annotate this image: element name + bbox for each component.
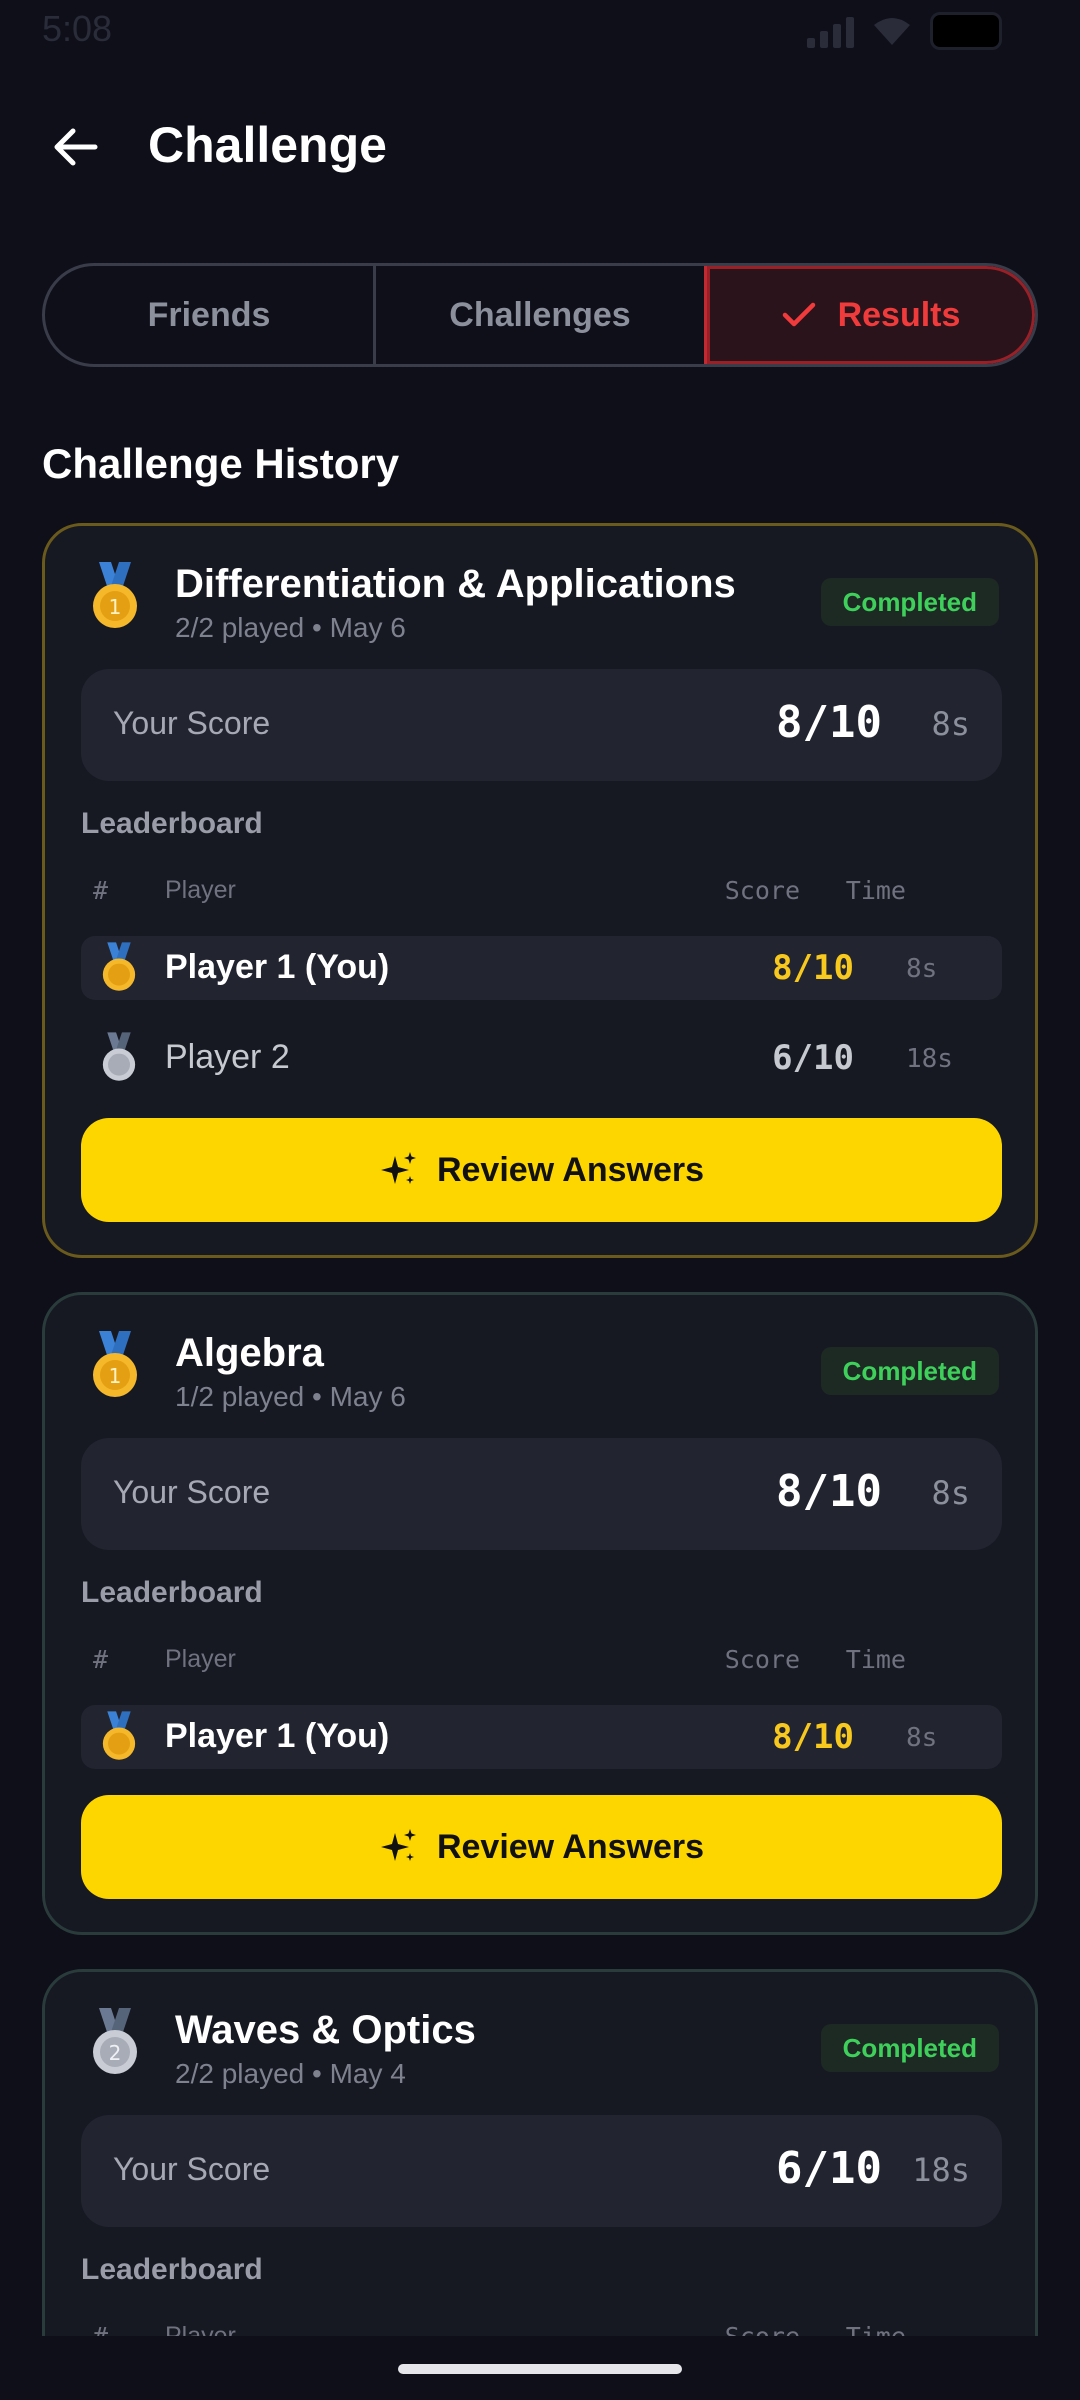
player-score: 6/10 bbox=[772, 1038, 854, 1078]
button-label: Review Answers bbox=[436, 1150, 705, 1189]
score-label: Your Score bbox=[113, 1474, 271, 1510]
leaderboard-title: Leaderboard bbox=[81, 2253, 263, 2286]
sparkles-icon bbox=[380, 1152, 416, 1184]
back-button[interactable] bbox=[40, 112, 110, 182]
status-badge: Completed bbox=[820, 1347, 999, 1395]
header-rank: # bbox=[93, 1645, 109, 1674]
player-name: Player 1 (You) bbox=[165, 948, 390, 986]
player-score: 8/10 bbox=[772, 948, 854, 988]
leaderboard-row: Player 1 (You) 8/10 8s bbox=[81, 936, 1002, 1000]
challenge-card: 1 Differentiation & Applications 2/2 pla… bbox=[42, 523, 1038, 1258]
review-answers-button[interactable]: Review Answers bbox=[81, 1795, 1002, 1899]
sparkles-icon bbox=[380, 1829, 416, 1861]
section-title: Challenge History bbox=[42, 440, 400, 487]
header-player: Player bbox=[165, 1645, 236, 1673]
button-label: Review Answers bbox=[436, 1827, 705, 1866]
player-name: Player 1 (You) bbox=[165, 1717, 390, 1755]
leaderboard-header: # Player Score Time bbox=[81, 872, 1002, 912]
app-header: Challenge bbox=[0, 100, 1080, 196]
leaderboard-header: # Player Score Time bbox=[81, 1641, 1002, 1681]
gold-medal-icon bbox=[102, 1711, 136, 1760]
status-icons bbox=[807, 12, 1002, 50]
card-subtitle: 2/2 played • May 6 bbox=[175, 612, 406, 643]
tab-results[interactable]: Results bbox=[704, 266, 1035, 364]
leaderboard-row: Player 2 6/10 18s bbox=[81, 1026, 1002, 1090]
signal-icon bbox=[807, 14, 854, 48]
svg-text:2: 2 bbox=[109, 2041, 122, 2065]
header-time: Time bbox=[845, 1645, 906, 1674]
challenge-card: 1 Algebra 1/2 played • May 6 Completed Y… bbox=[42, 1292, 1038, 1935]
status-time: 5:08 bbox=[42, 8, 113, 49]
score-time: 8s bbox=[931, 1474, 970, 1512]
player-time: 18s bbox=[906, 1044, 953, 1074]
page-title: Challenge bbox=[148, 117, 387, 173]
tab-challenges[interactable]: Challenges bbox=[373, 266, 704, 364]
review-answers-button[interactable]: Review Answers bbox=[81, 1118, 1002, 1222]
tab-label: Friends bbox=[147, 295, 271, 334]
status-badge: Completed bbox=[820, 2024, 999, 2072]
gold-medal-icon: 1 bbox=[93, 562, 137, 628]
your-score-box: Your Score 8/10 8s bbox=[81, 669, 1002, 781]
gold-medal-icon bbox=[102, 942, 136, 991]
header-player: Player bbox=[165, 876, 236, 904]
leaderboard-title: Leaderboard bbox=[81, 1576, 263, 1609]
player-score: 8/10 bbox=[772, 1717, 854, 1757]
your-score-box: Your Score 8/10 8s bbox=[81, 1438, 1002, 1550]
card-subtitle: 2/2 played • May 4 bbox=[175, 2058, 406, 2089]
home-indicator[interactable] bbox=[398, 2364, 682, 2374]
score-time: 18s bbox=[912, 2151, 970, 2189]
card-title: Waves & Optics bbox=[175, 2008, 476, 2052]
score-label: Your Score bbox=[113, 2151, 271, 2187]
header-score: Score bbox=[724, 1645, 800, 1674]
score-label: Your Score bbox=[113, 705, 271, 741]
tab-label: Challenges bbox=[449, 295, 631, 334]
your-score-box: Your Score 6/10 18s bbox=[81, 2115, 1002, 2227]
check-icon bbox=[782, 302, 815, 327]
score-value: 6/10 bbox=[776, 2143, 882, 2194]
arrow-left-icon bbox=[54, 128, 98, 166]
tab-friends[interactable]: Friends bbox=[45, 266, 373, 364]
silver-medal-icon: 2 bbox=[93, 2008, 137, 2074]
player-name: Player 2 bbox=[165, 1038, 290, 1076]
score-value: 8/10 bbox=[776, 697, 882, 748]
status-badge: Completed bbox=[820, 578, 999, 626]
tab-label: Results bbox=[837, 295, 961, 334]
score-time: 8s bbox=[931, 705, 970, 743]
svg-text:1: 1 bbox=[109, 595, 122, 619]
svg-text:1: 1 bbox=[109, 1364, 122, 1388]
header-score: Score bbox=[724, 876, 800, 905]
card-subtitle: 1/2 played • May 6 bbox=[175, 1381, 406, 1412]
card-title: Algebra bbox=[175, 1331, 324, 1375]
score-value: 8/10 bbox=[776, 1466, 882, 1517]
header-time: Time bbox=[845, 876, 906, 905]
silver-medal-icon bbox=[102, 1032, 136, 1081]
header-rank: # bbox=[93, 876, 109, 905]
battery-icon bbox=[930, 12, 1002, 50]
status-bar: 5:08 bbox=[0, 0, 1080, 60]
gold-medal-icon: 1 bbox=[93, 1331, 137, 1397]
challenge-card: 2 Waves & Optics 2/2 played • May 4 Comp… bbox=[42, 1969, 1038, 2389]
segmented-tabs: Friends Challenges Results bbox=[42, 263, 1038, 367]
leaderboard-title: Leaderboard bbox=[81, 807, 263, 840]
wifi-icon bbox=[874, 18, 910, 45]
card-title: Differentiation & Applications bbox=[175, 562, 736, 606]
player-time: 8s bbox=[906, 1723, 938, 1753]
leaderboard-row: Player 1 (You) 8/10 8s bbox=[81, 1705, 1002, 1769]
player-time: 8s bbox=[906, 954, 938, 984]
